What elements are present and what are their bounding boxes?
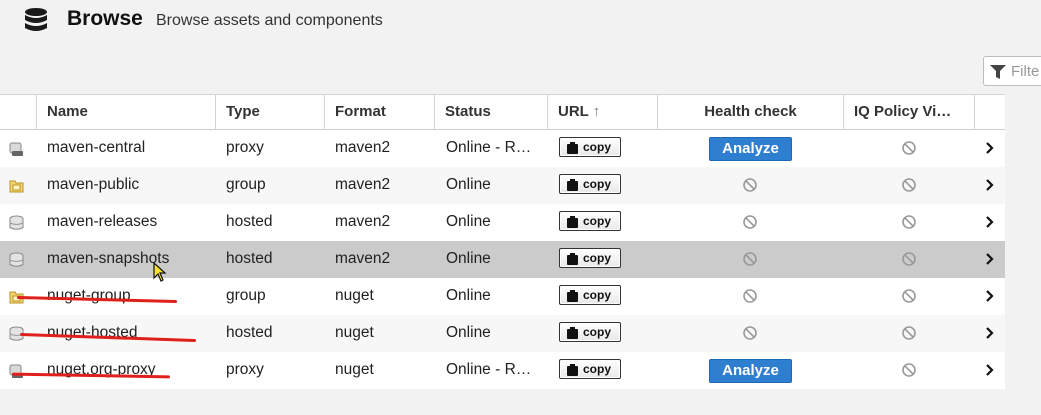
column-icon [0,95,37,130]
iq-policy-unavailable-icon [902,141,916,155]
analyze-button[interactable]: Analyze [709,359,792,383]
repository-format: nuget [335,361,374,378]
copy-url-button[interactable]: copy [559,359,621,379]
repository-type: proxy [226,139,264,156]
clipboard-icon [567,327,578,339]
sort-ascending-icon: ↑ [592,103,601,120]
proxy-repository-icon [9,364,23,378]
iq-policy-unavailable-icon [902,326,916,340]
filter-placeholder: Filte [1011,63,1040,80]
repository-status: Online [446,250,491,267]
repository-format: maven2 [335,213,391,230]
health-check-unavailable-icon [743,215,757,229]
repository-type: group [226,176,266,193]
page-title: Browse [67,7,143,30]
repository-type: hosted [226,250,273,267]
iq-policy-unavailable-icon [902,252,916,266]
repository-type: hosted [226,213,273,230]
table-row[interactable]: maven-public group maven2 Online copy [0,167,1005,204]
table-row[interactable]: maven-central proxy maven2 Online - R… copy A… [0,130,1005,167]
column-header-name[interactable]: Name [37,95,216,130]
page-header: Browse Browse assets and components [0,0,1041,48]
chevron-right-icon[interactable] [984,253,994,265]
mouse-cursor-icon [153,262,167,282]
table-row[interactable]: maven-snapshots hosted maven2 Online copy [0,241,1005,278]
copy-url-button[interactable]: copy [559,285,621,305]
chevron-right-icon[interactable] [984,327,994,339]
repository-status: Online [446,213,491,230]
repositories-table: Name Type Format Status URL ↑ Health che… [0,94,1005,389]
clipboard-icon [567,290,578,302]
copy-url-button[interactable]: copy [559,322,621,342]
repository-type: group [226,287,266,304]
clipboard-icon [567,253,578,265]
repository-name: maven-central [47,139,146,156]
repository-name: maven-releases [47,213,158,230]
iq-policy-unavailable-icon [902,289,916,303]
chevron-right-icon[interactable] [984,290,994,302]
repository-type: hosted [226,324,273,341]
iq-policy-unavailable-icon [902,215,916,229]
column-header-url[interactable]: URL ↑ [548,95,658,130]
repository-status: Online - R… [446,361,532,378]
column-header-format[interactable]: Format [325,95,435,130]
clipboard-icon [567,364,578,376]
chevron-right-icon[interactable] [984,364,994,376]
repository-status: Online [446,287,491,304]
health-check-unavailable-icon [743,178,757,192]
repository-name: nuget-hosted [47,324,138,341]
repository-status: Online - R… [446,139,532,156]
group-repository-icon [9,180,24,193]
clipboard-icon [567,216,578,228]
copy-url-button[interactable]: copy [559,174,621,194]
column-header-type[interactable]: Type [216,95,325,130]
database-icon [25,8,47,31]
repository-name: nuget.org-proxy [47,361,156,378]
clipboard-icon [567,179,578,191]
proxy-repository-icon [9,142,23,156]
table-row[interactable]: nuget.org-proxy proxy nuget Online - R… copy… [0,352,1005,389]
table-row[interactable]: nuget-group group nuget Online copy [0,278,1005,315]
table-row[interactable]: maven-releases hosted maven2 Online copy [0,204,1005,241]
repository-format: maven2 [335,176,391,193]
health-check-unavailable-icon [743,326,757,340]
column-header-iq-policy[interactable]: IQ Policy Vi… [844,95,975,130]
chevron-right-icon[interactable] [984,216,994,228]
repository-format: nuget [335,324,374,341]
copy-url-button[interactable]: copy [559,137,621,157]
hosted-repository-icon [9,215,24,230]
health-check-unavailable-icon [743,289,757,303]
clipboard-icon [567,142,578,154]
iq-policy-unavailable-icon [902,363,916,377]
chevron-right-icon[interactable] [984,179,994,191]
repository-format: maven2 [335,139,391,156]
repository-status: Online [446,324,491,341]
repository-status: Online [446,176,491,193]
table-row[interactable]: nuget-hosted hosted nuget Online copy [0,315,1005,352]
column-actions [975,95,1005,130]
health-check-unavailable-icon [743,252,757,266]
filter-icon [990,65,1006,79]
hosted-repository-icon [9,252,24,267]
repository-name: maven-public [47,176,140,193]
iq-policy-unavailable-icon [902,178,916,192]
chevron-right-icon[interactable] [984,142,994,154]
analyze-button[interactable]: Analyze [709,137,792,161]
repository-format: nuget [335,287,374,304]
table-header: Name Type Format Status URL ↑ Health che… [0,94,1005,130]
copy-url-button[interactable]: copy [559,248,621,268]
repository-type: proxy [226,361,264,378]
page-subtitle: Browse assets and components [156,12,383,29]
column-header-health-check[interactable]: Health check [658,95,844,130]
column-header-status[interactable]: Status [435,95,548,130]
repository-format: maven2 [335,250,391,267]
copy-url-button[interactable]: copy [559,211,621,231]
repository-name: maven-snapshots [47,250,170,267]
filter-input[interactable]: Filte [983,56,1041,86]
table-body: maven-central proxy maven2 Online - R… copy A… [0,130,1005,389]
